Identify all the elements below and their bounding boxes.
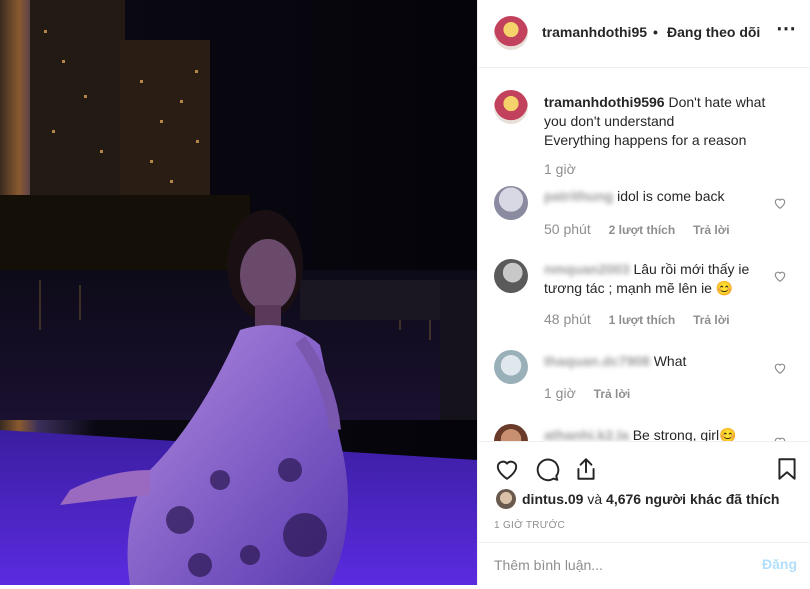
comment-likes[interactable]: 2 lượt thích xyxy=(609,223,676,237)
comment-meta: 50 phút 2 lượt thích Trả lời xyxy=(544,221,744,237)
commenter-username[interactable]: nmquan2003 xyxy=(544,260,630,279)
commenter-avatar[interactable] xyxy=(494,259,528,293)
caption-text-line2: you don't understand xyxy=(544,113,675,129)
like-heart-icon[interactable] xyxy=(494,456,520,482)
comment-body: thaquan.dc7908 What xyxy=(544,352,759,371)
caption-username[interactable]: tramanhdothi9596 xyxy=(544,94,665,110)
comment-like-heart-icon[interactable] xyxy=(773,196,787,210)
post-photo[interactable] xyxy=(0,0,477,585)
caption: tramanhdothi9596 Don't hate what you don… xyxy=(544,93,794,150)
commenter-avatar[interactable] xyxy=(494,424,528,441)
comment-body: patrithung idol is come back xyxy=(544,187,759,206)
header-separator: • xyxy=(653,24,658,40)
comment-meta: 1 giờ Trả lời xyxy=(544,385,644,401)
comment-like-heart-icon[interactable] xyxy=(773,361,787,375)
liker-username[interactable]: dintus.09 xyxy=(522,491,583,507)
caption-text-line3: Everything happens for a reason xyxy=(544,132,747,148)
comment-body: nmquan2003 Lâu rồi mới thấy ie tương tác… xyxy=(544,260,759,298)
commenter-avatar[interactable] xyxy=(494,186,528,220)
reply-button[interactable]: Trả lời xyxy=(594,387,631,401)
liker-avatar[interactable] xyxy=(496,489,516,509)
post-panel: tramanhdothi95 • Đang theo dõi ⋯ tramanh… xyxy=(477,0,810,589)
share-icon[interactable] xyxy=(573,456,599,482)
commenter-avatar[interactable] xyxy=(494,350,528,384)
comments-list[interactable]: tramanhdothi9596 Don't hate what you don… xyxy=(478,69,810,441)
comment-time[interactable]: 1 giờ xyxy=(544,385,576,401)
author-avatar[interactable] xyxy=(494,16,528,50)
author-username[interactable]: tramanhdothi95 xyxy=(542,24,647,40)
comment-input[interactable] xyxy=(494,555,734,575)
photo-scene xyxy=(0,0,477,585)
commenter-username[interactable]: athanhi.k2.la xyxy=(544,426,629,441)
comment-icon[interactable] xyxy=(534,456,560,482)
follow-status-button[interactable]: Đang theo dõi xyxy=(667,24,760,40)
more-options-icon[interactable]: ⋯ xyxy=(776,16,797,41)
comment-meta: 48 phút 1 lượt thích Trả lời xyxy=(544,311,744,327)
post-comment-button[interactable]: Đăng xyxy=(762,556,797,572)
comment-text: Be strong, girl😊 xyxy=(632,427,737,441)
commenter-username[interactable]: thaquan.dc7908 xyxy=(544,352,650,371)
comment-likes[interactable]: 1 lượt thích xyxy=(609,313,676,327)
comment-time[interactable]: 48 phút xyxy=(544,311,591,327)
post-timestamp[interactable]: 1 GIỜ TRƯỚC xyxy=(494,520,565,531)
comment-like-heart-icon[interactable] xyxy=(773,269,787,283)
caption-time[interactable]: 1 giờ xyxy=(544,161,576,177)
commenter-username[interactable]: patrithung xyxy=(544,187,613,206)
comment-text: What xyxy=(653,353,687,369)
caption-text-line1: Don't hate what xyxy=(668,94,766,110)
likes-connector: và xyxy=(587,491,603,507)
likes-others[interactable]: 4,676 người khác đã thích xyxy=(606,491,779,507)
comment-body: athanhi.k2.la Be strong, girl😊 xyxy=(544,426,759,441)
reply-button[interactable]: Trả lời xyxy=(693,313,730,327)
add-comment-bar: Đăng xyxy=(478,542,810,585)
caption-avatar[interactable] xyxy=(494,90,528,124)
comment-time[interactable]: 50 phút xyxy=(544,221,591,237)
likes-summary: dintus.09 và 4,676 người khác đã thích xyxy=(522,491,779,507)
post-header: tramanhdothi95 • Đang theo dõi ⋯ xyxy=(478,0,810,68)
bookmark-icon[interactable] xyxy=(774,456,800,482)
reply-button[interactable]: Trả lời xyxy=(693,223,730,237)
comment-text: idol is come back xyxy=(617,188,725,204)
